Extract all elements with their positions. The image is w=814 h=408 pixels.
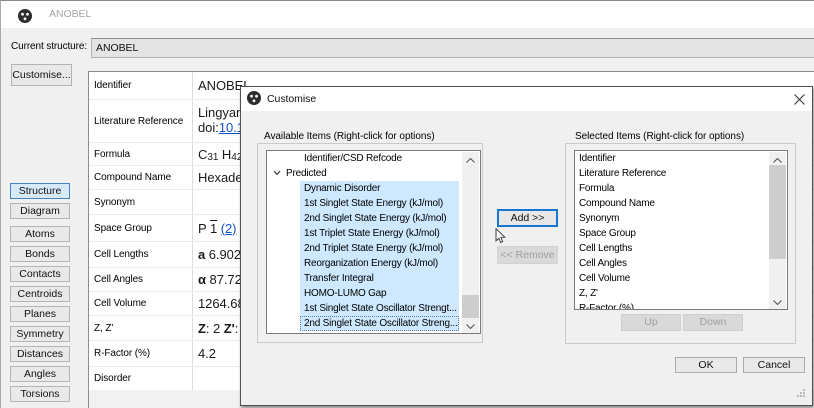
selected-list-item[interactable]: Synonym [575,211,787,226]
scroll-thumb[interactable] [769,165,786,259]
scroll-down-icon[interactable] [769,294,786,310]
available-list-item[interactable]: 1st Triplet State Energy (kJ/mol) [267,226,480,241]
scroll-down-icon[interactable] [462,318,479,334]
selected-items-label: Selected Items (Right-click for options) [573,131,746,143]
item-text: Dynamic Disorder [300,181,459,196]
item-text: 2nd Singlet State Oscillator Streng... [300,316,459,331]
table-row-label: Compound Name [89,166,193,189]
available-list-item[interactable]: Transfer Integral [267,271,480,286]
selected-list-item[interactable]: Formula [575,181,787,196]
resize-grip[interactable] [796,388,806,398]
available-list-item[interactable]: 1st Singlet State Energy (kJ/mol) [267,196,480,211]
remove-button[interactable]: << Remove [497,246,558,264]
chevron-down-icon[interactable] [273,169,281,177]
item-text: Predicted [282,166,326,181]
sidebar-button[interactable]: Diagram [10,203,70,219]
available-list-item[interactable]: 2nd Triplet State Energy (kJ/mol) [267,241,480,256]
sidebar-button[interactable]: Distances [10,346,70,362]
scroll-thumb[interactable] [462,295,479,318]
ok-button[interactable]: OK [675,357,737,373]
customise-dialog: Customise Available Items (Right-click f… [240,86,813,406]
table-row-label: Formula [89,143,193,165]
available-items-label: Available Items (Right-click for options… [262,131,437,143]
item-text: 2nd Singlet State Energy (kJ/mol) [300,211,459,226]
scroll-up-icon[interactable] [462,152,479,168]
selected-list-item[interactable]: Cell Angles [575,256,787,271]
dialog-title: Customise [267,87,316,112]
table-row-label: Cell Angles [89,268,193,291]
down-button[interactable]: Down [683,314,743,331]
close-icon [794,94,805,105]
selected-list-item[interactable]: Space Group [575,226,787,241]
current-structure-field[interactable]: ANOBEL [91,38,814,58]
selected-scrollbar[interactable] [769,152,786,310]
sidebar: Structure Diagram Atoms Bonds Contacts Centro… [10,183,70,406]
table-row-label: Cell Lengths [89,242,193,267]
available-list-item[interactable]: HOMO-LUMO Gap [267,286,480,301]
cancel-button[interactable]: Cancel [743,357,805,373]
sidebar-button[interactable]: Atoms [10,226,70,242]
sidebar-button[interactable]: Planes [10,306,70,322]
available-list-item[interactable]: 1st Singlet State Oscillator Strengt... [267,301,480,316]
item-text: 1st Singlet State Energy (kJ/mol) [300,196,459,211]
item-text: Identifier/CSD Refcode [300,151,402,166]
available-list-item[interactable]: 2nd Singlet State Energy (kJ/mol) [267,211,480,226]
selected-list-item[interactable]: Identifier [575,151,787,166]
table-row-label: Z, Z' [89,316,193,340]
table-row-label: Literature Reference [89,100,193,142]
available-items-list[interactable]: Identifier/CSD Refcode Predicted Dynamic… [266,150,481,334]
ccdc-logo-icon [18,9,32,23]
sidebar-button[interactable]: Structure [10,183,70,199]
selected-list-item[interactable]: Compound Name [575,196,787,211]
close-button[interactable] [786,87,812,111]
selected-list-item[interactable]: Cell Lengths [575,241,787,256]
item-text: 1st Triplet State Energy (kJ/mol) [300,226,459,241]
selected-list-item[interactable]: Literature Reference [575,166,787,181]
available-list-item[interactable]: Dynamic Disorder [267,181,480,196]
sidebar-button[interactable]: Symmetry [10,326,70,342]
window-title: ANOBEL [49,0,91,29]
sidebar-button[interactable]: Contacts [10,266,70,282]
mouse-cursor [495,228,507,245]
table-row-label: Cell Volume [89,292,193,315]
available-list-item[interactable]: 2nd Singlet State Oscillator Streng... [267,316,480,331]
available-scrollbar[interactable] [462,152,479,334]
sidebar-button[interactable]: Angles [10,366,70,382]
sidebar-button[interactable]: Bonds [10,246,70,262]
app-window: ANOBEL Current structure: ANOBEL Customi… [0,0,814,408]
selected-list-item[interactable]: Cell Volume [575,271,787,286]
item-text: Reorganization Energy (kJ/mol) [300,256,459,271]
table-row-label: Space Group [89,215,193,241]
selected-list-item[interactable]: R-Factor (%) [575,301,787,310]
selected-items-list[interactable]: IdentifierLiterature ReferenceFormulaCom… [574,150,788,310]
main-titlebar: ANOBEL [0,0,814,28]
selected-list-item[interactable]: Z, Z' [575,286,787,301]
ccdc-logo-icon [247,91,261,105]
table-row-label: Disorder [89,367,193,390]
current-structure-label: Current structure: [11,36,87,58]
sidebar-button[interactable]: Torsions [10,386,70,402]
up-button[interactable]: Up [621,314,681,331]
item-text: 1st Singlet State Oscillator Strengt... [300,301,459,316]
customise-button[interactable]: Customise... [11,64,72,86]
available-list-item[interactable]: Reorganization Energy (kJ/mol) [267,256,480,271]
item-text: HOMO-LUMO Gap [300,286,459,301]
table-row-label: Synonym [89,190,193,214]
add-button[interactable]: Add >> [497,209,558,227]
table-row-label: R-Factor (%) [89,341,193,366]
item-text: Transfer Integral [300,271,459,286]
item-text: 2nd Triplet State Energy (kJ/mol) [300,241,459,256]
dialog-titlebar[interactable]: Customise [241,87,812,111]
available-list-item[interactable]: Identifier/CSD Refcode [267,151,480,166]
available-list-item[interactable]: Predicted [267,166,480,181]
sidebar-button[interactable]: Centroids [10,286,70,302]
table-row-label: Identifier [89,72,193,99]
